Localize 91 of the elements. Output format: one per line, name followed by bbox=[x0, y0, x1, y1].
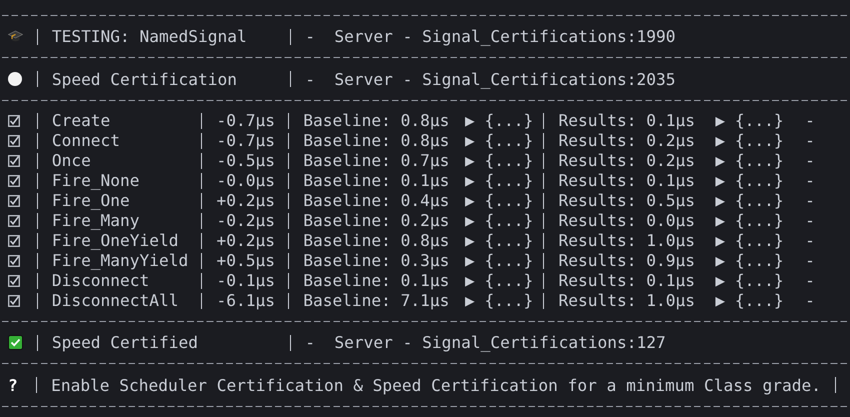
graduation-cap-icon bbox=[8, 30, 23, 43]
section-title: Speed Certified bbox=[52, 333, 200, 352]
expand-toggle[interactable]: ▶ {...} bbox=[715, 150, 784, 170]
result-time: Results: 0.1μs bbox=[558, 171, 696, 190]
expand-toggle[interactable]: ▶ {...} bbox=[464, 290, 534, 310]
result-time: Results: 0.0μs bbox=[558, 211, 696, 230]
separator-dash: - bbox=[805, 131, 815, 150]
result-time: Results: 0.1μs bbox=[558, 271, 696, 290]
help-mark: ? bbox=[8, 376, 18, 394]
separator-dash: - bbox=[805, 291, 815, 310]
time-delta: -0.1μs bbox=[216, 271, 276, 290]
checkbox[interactable] bbox=[8, 194, 20, 206]
test-name: Fire_None bbox=[52, 171, 141, 190]
separator-dash: - bbox=[805, 151, 815, 170]
check-mark-icon bbox=[8, 335, 23, 350]
separator-dash: - bbox=[805, 211, 815, 230]
expand-toggle[interactable]: ▶ {...} bbox=[715, 270, 784, 290]
expand-toggle[interactable]: ▶ {...} bbox=[464, 150, 534, 170]
expand-toggle[interactable]: ▶ {...} bbox=[464, 130, 534, 150]
test-name: Fire_ManyYield bbox=[52, 251, 190, 270]
result-time: Results: 0.5μs bbox=[558, 191, 696, 210]
baseline-time: Baseline: 0.8μs bbox=[303, 131, 450, 150]
expand-toggle[interactable]: ▶ {...} bbox=[715, 230, 784, 250]
section-title: Speed Certification bbox=[52, 70, 238, 88]
result-time: Results: 1.0μs bbox=[558, 231, 696, 250]
hint-message: Enable Scheduler Certification & Speed Certification for a minimum Class grade. bbox=[51, 376, 821, 394]
baseline-time: Baseline: 0.8μs bbox=[303, 231, 450, 250]
separator-dash: - bbox=[805, 271, 815, 290]
separator-dash: - bbox=[805, 251, 815, 270]
time-delta: +0.5μs bbox=[216, 251, 276, 270]
baseline-time: Baseline: 0.1μs bbox=[303, 171, 450, 190]
expand-toggle[interactable]: ▶ {...} bbox=[715, 110, 784, 130]
expand-toggle[interactable]: ▶ {...} bbox=[715, 130, 784, 150]
expand-toggle[interactable]: ▶ {...} bbox=[464, 250, 534, 270]
separator-dash: - bbox=[805, 231, 815, 250]
checkbox[interactable] bbox=[8, 114, 20, 126]
result-time: Results: 0.1μs bbox=[558, 111, 696, 130]
time-delta: -0.5μs bbox=[216, 151, 276, 170]
separator-dash: - bbox=[805, 111, 815, 130]
time-delta: -0.7μs bbox=[216, 131, 276, 150]
expand-toggle[interactable]: ▶ {...} bbox=[715, 170, 784, 190]
expand-toggle[interactable]: ▶ {...} bbox=[464, 190, 534, 210]
expand-toggle[interactable]: ▶ {...} bbox=[464, 210, 534, 230]
status-circle-icon bbox=[8, 72, 22, 86]
result-time: Results: 0.2μs bbox=[558, 131, 696, 150]
source-location: - Server - Signal_Certifications:1990 bbox=[305, 27, 676, 46]
expand-toggle[interactable]: ▶ {...} bbox=[464, 270, 534, 290]
checkbox[interactable] bbox=[8, 234, 20, 246]
expand-toggle[interactable]: ▶ {...} bbox=[715, 250, 784, 270]
baseline-time: Baseline: 0.1μs bbox=[303, 271, 450, 290]
time-delta: +0.2μs bbox=[216, 191, 276, 210]
test-name: DisconnectAll bbox=[52, 291, 180, 310]
test-name: Fire_OneYield bbox=[52, 231, 180, 250]
test-name: Fire_One bbox=[52, 191, 131, 210]
test-name: Disconnect bbox=[52, 271, 150, 290]
checkbox[interactable] bbox=[8, 254, 20, 266]
expand-toggle[interactable]: ▶ {...} bbox=[464, 170, 534, 190]
time-delta: -0.0μs bbox=[216, 171, 276, 190]
checkbox[interactable] bbox=[8, 274, 20, 286]
baseline-time: Baseline: 0.8μs bbox=[303, 111, 450, 130]
separator-dash: - bbox=[805, 171, 815, 190]
time-delta: -6.1μs bbox=[216, 291, 276, 310]
checkbox[interactable] bbox=[8, 214, 20, 226]
expand-toggle[interactable]: ▶ {...} bbox=[715, 210, 784, 230]
test-name: Once bbox=[52, 151, 92, 170]
source-location: - Server - Signal_Certifications:2035 bbox=[305, 70, 676, 88]
baseline-time: Baseline: 0.7μs bbox=[303, 151, 450, 170]
result-time: Results: 0.9μs bbox=[558, 251, 696, 270]
source-location: - Server - Signal_Certifications:127 bbox=[305, 333, 666, 352]
time-delta: +0.2μs bbox=[216, 231, 276, 250]
expand-toggle[interactable]: ▶ {...} bbox=[464, 230, 534, 250]
result-time: Results: 0.2μs bbox=[558, 151, 696, 170]
test-name: Fire_Many bbox=[52, 211, 141, 230]
test-name: Create bbox=[52, 111, 112, 130]
result-time: Results: 1.0μs bbox=[558, 291, 696, 310]
section-title: TESTING: NamedSignal bbox=[52, 27, 248, 46]
checkbox[interactable] bbox=[8, 174, 20, 186]
baseline-time: Baseline: 0.3μs bbox=[303, 251, 450, 270]
baseline-time: Baseline: 0.2μs bbox=[303, 211, 450, 230]
baseline-time: Baseline: 7.1μs bbox=[303, 291, 450, 310]
time-delta: -0.7μs bbox=[216, 111, 276, 130]
expand-toggle[interactable]: ▶ {...} bbox=[715, 190, 784, 210]
checkbox[interactable] bbox=[8, 134, 20, 146]
separator-dash: - bbox=[805, 191, 815, 210]
test-name: Connect bbox=[52, 131, 122, 150]
expand-toggle[interactable]: ▶ {...} bbox=[464, 110, 534, 130]
checkbox[interactable] bbox=[8, 294, 20, 306]
baseline-time: Baseline: 0.4μs bbox=[303, 191, 450, 210]
checkbox[interactable] bbox=[8, 154, 20, 166]
expand-toggle[interactable]: ▶ {...} bbox=[715, 290, 784, 310]
time-delta: -0.2μs bbox=[216, 211, 276, 230]
